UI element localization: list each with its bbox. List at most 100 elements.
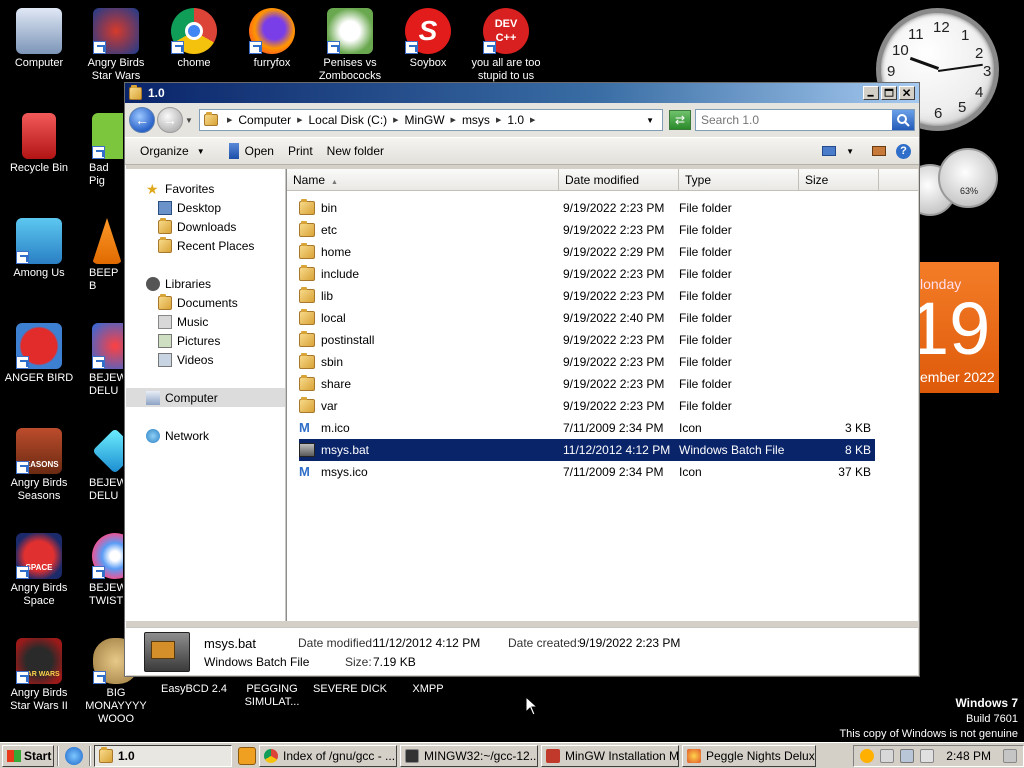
taskbar-chrome[interactable]: Index of /gnu/gcc - ... <box>259 744 397 767</box>
desktop-icon-angry-birds-space[interactable]: SPACE Angry Birds Space <box>0 533 78 608</box>
batch-file-thumbnail <box>144 632 190 672</box>
search-button[interactable] <box>892 110 914 130</box>
explorer-window[interactable]: 1.0 ← → ▼ ▶ Computer ▶ Local Disk (C:) ▶… <box>124 82 920 677</box>
volume-icon[interactable] <box>920 748 935 763</box>
nav-favorites[interactable]: ★ Favorites <box>126 179 285 198</box>
nav-videos[interactable]: Videos <box>126 350 285 369</box>
file-row-var[interactable]: var 9/19/2022 2:23 PM File folder <box>299 395 875 417</box>
desktop-icon-angry-birds-seasons[interactable]: SEASONS Angry Birds Seasons <box>0 428 78 503</box>
file-row-etc[interactable]: etc 9/19/2022 2:23 PM File folder <box>299 219 875 241</box>
new-folder-button[interactable]: New folder <box>320 144 391 158</box>
chevron-right-icon[interactable]: ▶ <box>493 116 504 124</box>
desktop-icon-angry-birds-star-wars-2[interactable]: STAR WARS Angry Birds Star Wars II <box>0 638 78 713</box>
desktop-icon-dev-cpp[interactable]: DEV C++ you all are too stupid to us <box>467 8 545 83</box>
media-player-icon[interactable] <box>238 746 256 765</box>
network-tray-icon[interactable] <box>900 748 915 763</box>
file-row-local[interactable]: local 9/19/2022 2:40 PM File folder <box>299 307 875 329</box>
breadcrumb-local-disk[interactable]: Local Disk (C:) <box>305 113 390 127</box>
desktop-icon-bejeweled-deluxe-2[interactable]: BEJEW DELU <box>77 428 123 503</box>
file-row-msys-ico[interactable]: Mmsys.ico 7/11/2009 2:34 PM Icon 37 KB <box>299 461 875 483</box>
file-row-sbin[interactable]: sbin 9/19/2022 2:23 PM File folder <box>299 351 875 373</box>
nav-computer[interactable]: Computer <box>126 388 285 407</box>
taskbar-mingw32[interactable]: MINGW32:~/gcc-12.... <box>400 744 538 767</box>
start-button[interactable]: Start <box>2 744 54 767</box>
desktop-icon-bad-piggies[interactable]: Bad Pig <box>77 113 123 188</box>
column-date-modified[interactable]: Date modified <box>559 169 679 190</box>
organize-button[interactable]: Organize ▼ <box>133 144 212 158</box>
desktop-icon-bejeweled-deluxe[interactable]: BEJEW DELU <box>77 323 123 398</box>
views-dropdown-icon[interactable]: ▼ <box>846 147 854 156</box>
taskbar-peggle-nights[interactable]: Peggle Nights Delux... <box>682 744 816 767</box>
preview-pane-icon[interactable] <box>872 146 886 156</box>
action-center-flag-icon[interactable] <box>880 748 895 763</box>
file-row-include[interactable]: include 9/19/2022 2:23 PM File folder <box>299 263 875 285</box>
clock-time[interactable]: 2:48 PM <box>946 749 991 763</box>
nav-libraries[interactable]: Libraries <box>126 274 285 293</box>
show-desktop-icon[interactable] <box>1003 748 1017 763</box>
address-bar[interactable]: ▶ Computer ▶ Local Disk (C:) ▶ MinGW ▶ m… <box>199 109 663 131</box>
nav-pictures[interactable]: Pictures <box>126 331 285 350</box>
breadcrumb-1-0[interactable]: 1.0 <box>504 113 527 127</box>
file-row-lib[interactable]: lib 9/19/2022 2:23 PM File folder <box>299 285 875 307</box>
address-dropdown-icon[interactable]: ▼ <box>638 116 662 125</box>
nav-downloads[interactable]: Downloads <box>126 217 285 236</box>
file-row-m-ico[interactable]: Mm.ico 7/11/2009 2:34 PM Icon 3 KB <box>299 417 875 439</box>
search-box[interactable] <box>695 109 915 131</box>
column-size[interactable]: Size <box>799 169 879 190</box>
help-icon[interactable]: ? <box>896 143 911 159</box>
maximize-button[interactable] <box>881 86 897 100</box>
file-row-home[interactable]: home 9/19/2022 2:29 PM File folder <box>299 241 875 263</box>
chevron-right-icon[interactable]: ▶ <box>390 116 401 124</box>
nav-recent-places[interactable]: Recent Places <box>126 236 285 255</box>
breadcrumb-msys[interactable]: msys <box>459 113 493 127</box>
back-button[interactable]: ← <box>129 107 155 133</box>
forward-button[interactable]: → <box>157 107 183 133</box>
internet-explorer-icon[interactable] <box>65 746 83 765</box>
file-list[interactable]: Name ▲ Date modified Type Size bin 9/19/20… <box>286 169 918 621</box>
chevron-right-icon[interactable]: ▶ <box>224 116 235 124</box>
file-row-bin[interactable]: bin 9/19/2022 2:23 PM File folder <box>299 197 875 219</box>
file-row-share[interactable]: share 9/19/2022 2:23 PM File folder <box>299 373 875 395</box>
desktop-icon-furryfox[interactable]: furryfox <box>233 8 311 70</box>
command-bar: Organize ▼ Open Print New folder ▼ ? <box>125 137 919 165</box>
desktop-icon-beep-beep[interactable]: BEEP B <box>77 218 123 293</box>
desktop-icon-bejeweled-twist[interactable]: BEJEW TWIST <box>77 533 123 608</box>
print-button[interactable]: Print <box>281 144 320 158</box>
search-tray-icon[interactable] <box>860 748 875 763</box>
desktop-icon-computer[interactable]: Computer <box>0 8 78 70</box>
desktop-icon-anger-bird[interactable]: ANGER BIRD <box>0 323 78 385</box>
search-input[interactable] <box>696 113 892 127</box>
column-name[interactable]: Name ▲ <box>287 169 559 190</box>
chevron-right-icon[interactable]: ▶ <box>448 116 459 124</box>
calendar-gadget[interactable]: londay 19 ember 2022 <box>908 262 999 393</box>
arrow-left-icon: ← <box>135 112 149 128</box>
desktop-icon-chome[interactable]: chome <box>155 8 233 70</box>
views-icon[interactable] <box>822 146 837 156</box>
column-type[interactable]: Type <box>679 169 799 190</box>
taskbar-explorer[interactable]: 1.0 <box>94 744 232 767</box>
close-button[interactable] <box>899 86 915 100</box>
refresh-button[interactable]: ⇄ <box>669 110 691 130</box>
taskbar-mingw-installation[interactable]: MinGW Installation M... <box>541 744 679 767</box>
nav-desktop[interactable]: Desktop <box>126 198 285 217</box>
desktop-icon-recycle-bin[interactable]: Recycle Bin <box>0 113 78 175</box>
breadcrumb-mingw[interactable]: MinGW <box>402 113 448 127</box>
nav-documents[interactable]: Documents <box>126 293 285 312</box>
chevron-right-icon[interactable]: ▶ <box>294 116 305 124</box>
desktop-icon-penises-vs-zombococks[interactable]: Penises vs Zombococks <box>311 8 389 83</box>
recent-pages-dropdown[interactable]: ▼ <box>185 116 195 125</box>
navigation-pane[interactable]: ★ Favorites Desktop Downloads Recent Plac… <box>126 169 286 621</box>
desktop-icon-soybox[interactable]: S Soybox <box>389 8 467 70</box>
open-button[interactable]: Open <box>222 143 281 159</box>
chevron-right-icon[interactable]: ▶ <box>527 116 538 124</box>
nav-network[interactable]: Network <box>126 426 285 445</box>
nav-music[interactable]: Music <box>126 312 285 331</box>
breadcrumb-computer[interactable]: Computer <box>235 113 294 127</box>
system-tray: 2:48 PM <box>853 744 1024 767</box>
file-row-postinstall[interactable]: postinstall 9/19/2022 2:23 PM File folder <box>299 329 875 351</box>
desktop-icon-among-us[interactable]: Among Us <box>0 218 78 280</box>
minimize-button[interactable] <box>863 86 879 100</box>
file-row-msys-bat[interactable]: msys.bat 11/12/2012 4:12 PM Windows Batch … <box>299 439 875 461</box>
window-titlebar[interactable]: 1.0 <box>125 83 919 103</box>
desktop-icon-angry-birds-star-wars[interactable]: Angry Birds Star Wars <box>77 8 155 83</box>
